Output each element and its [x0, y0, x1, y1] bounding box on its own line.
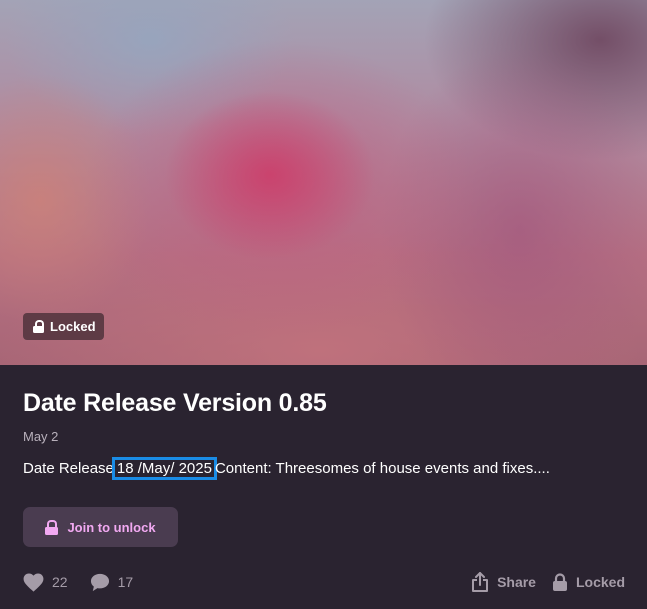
join-button-label: Join to unlock — [67, 519, 156, 535]
likes-count: 22 — [52, 574, 68, 590]
comment-button[interactable]: 17 — [90, 573, 134, 592]
lock-icon — [552, 572, 568, 592]
post-image[interactable]: Locked — [0, 0, 647, 365]
post-teaser: Date Release 18 /May/ 2025 Content: Threes… — [23, 457, 550, 480]
join-to-unlock-button[interactable]: Join to unlock — [23, 507, 178, 547]
post-date: May 2 — [23, 429, 59, 444]
post-title[interactable]: Date Release Version 0.85 — [23, 389, 327, 418]
lock-icon — [45, 519, 59, 535]
locked-label: Locked — [575, 574, 625, 590]
teaser-prefix: Date Release — [23, 460, 114, 477]
share-icon — [471, 572, 489, 592]
post-card[interactable]: Locked Date Release Version 0.85 May 2 D… — [0, 0, 647, 609]
locked-status: Locked — [552, 572, 625, 592]
teaser-suffix: Content: Threesomes of house events and … — [214, 460, 550, 477]
like-button[interactable]: 22 — [23, 573, 68, 592]
lock-icon — [33, 320, 44, 333]
heart-icon — [23, 573, 44, 592]
locked-badge-label: Locked — [50, 319, 96, 334]
post-footer: 22 17 Share Locked — [23, 570, 625, 594]
locked-badge: Locked — [23, 313, 104, 340]
share-label: Share — [497, 574, 536, 590]
highlighted-date: 18 /May/ 2025 — [111, 457, 217, 480]
comments-count: 17 — [117, 574, 134, 590]
share-button[interactable]: Share — [471, 572, 536, 592]
comment-icon — [90, 573, 110, 592]
